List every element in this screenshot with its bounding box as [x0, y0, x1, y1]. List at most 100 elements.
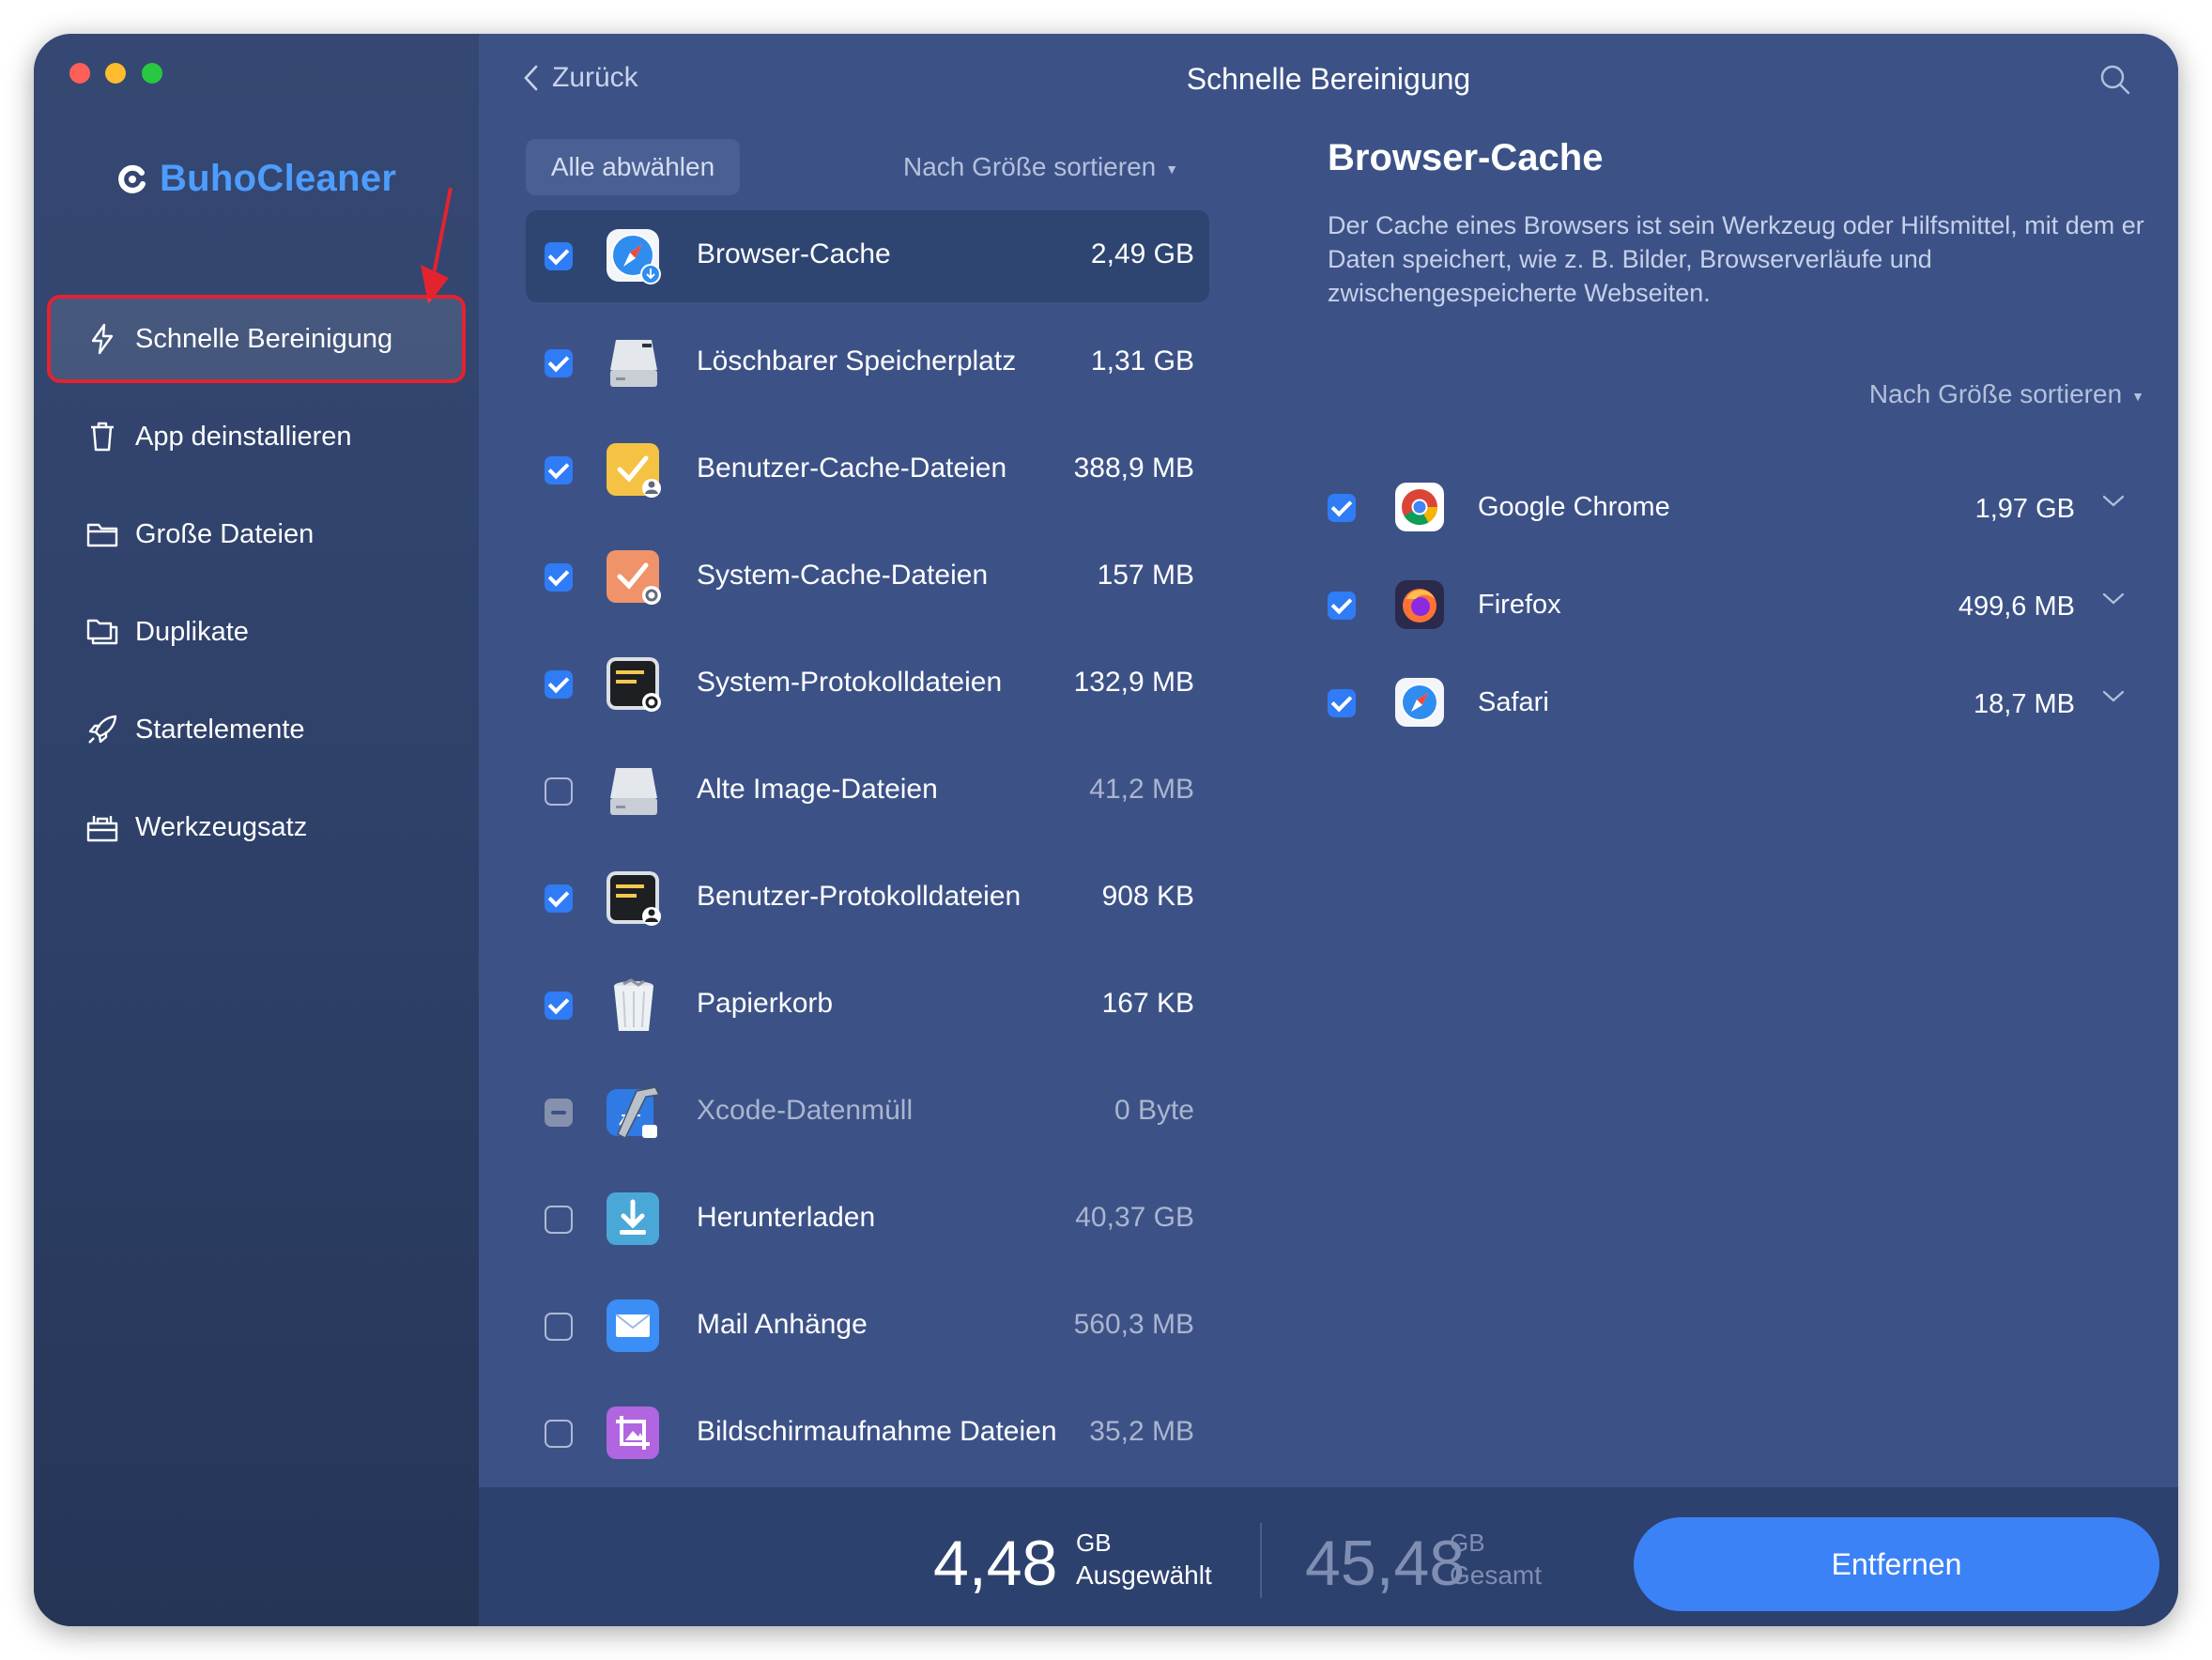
checkbox[interactable]	[545, 563, 573, 592]
sidebar-item-grosse-dateien[interactable]: Große Dateien	[49, 492, 464, 576]
checkbox[interactable]	[545, 991, 573, 1020]
sort-dropdown[interactable]: Nach Größe sortieren ▼	[903, 152, 1178, 182]
checkbox[interactable]	[545, 884, 573, 913]
checkbox[interactable]	[1328, 494, 1356, 522]
item-size: 0 Byte	[1114, 1095, 1194, 1126]
browser-name: Safari	[1478, 687, 1549, 717]
item-size: 2,49 GB	[1090, 238, 1194, 269]
list-item[interactable]: System-Protokolldateien 132,9 MB	[526, 638, 1209, 730]
downloads-icon	[607, 1192, 659, 1245]
item-name: Mail Anhänge	[697, 1309, 868, 1340]
item-size: 388,9 MB	[1073, 453, 1194, 484]
item-size: 40,37 GB	[1075, 1202, 1194, 1233]
browser-name: Firefox	[1478, 590, 1561, 620]
list-item[interactable]: Benutzer-Protokolldateien 908 KB	[526, 853, 1209, 945]
buho-logo-icon	[118, 164, 146, 193]
sidebar: BuhoCleaner Schnelle Bereinigung App dei…	[34, 34, 479, 1626]
chevron-down-icon[interactable]	[2101, 689, 2126, 704]
checkbox[interactable]	[545, 456, 573, 484]
remove-button[interactable]: Entfernen	[1634, 1517, 2159, 1611]
sort-label: Nach Größe sortieren	[1868, 379, 2123, 408]
item-size: 1,31 GB	[1090, 346, 1194, 377]
total-size-unit: GB	[1450, 1529, 1485, 1557]
deselect-all-button[interactable]: Alle abwählen	[526, 139, 740, 195]
sidebar-nav: Schnelle Bereinigung App deinstallieren …	[47, 295, 466, 883]
duplicate-folders-icon	[86, 616, 118, 648]
sidebar-item-label: Duplikate	[135, 616, 249, 647]
checkbox[interactable]	[545, 1206, 573, 1234]
sidebar-item-label: Schnelle Bereinigung	[135, 323, 393, 354]
list-item[interactable]: Löschbarer Speicherplatz 1,31 GB	[526, 317, 1209, 409]
window-minimize-button[interactable]	[105, 63, 126, 84]
item-name: Löschbarer Speicherplatz	[697, 346, 1017, 377]
item-name: Benutzer-Protokolldateien	[697, 881, 1022, 912]
chevron-down-icon[interactable]	[2101, 494, 2126, 509]
chevron-down-icon[interactable]	[2101, 592, 2126, 607]
screenshot-icon	[607, 1406, 659, 1459]
list-item[interactable]: Bildschirmaufnahme Dateien 35,2 MB	[526, 1388, 1209, 1480]
sidebar-item-duplikate[interactable]: Duplikate	[49, 590, 464, 674]
item-name: Herunterladen	[697, 1202, 876, 1233]
item-size: 157 MB	[1097, 560, 1194, 591]
sidebar-item-label: Werkzeugsatz	[135, 811, 308, 842]
safari-download-icon	[607, 229, 661, 284]
browser-size: 1,97 GB	[1974, 494, 2075, 524]
sidebar-item-app-deinstallieren[interactable]: App deinstallieren	[49, 394, 464, 479]
item-size: 908 KB	[1101, 881, 1194, 912]
browser-row[interactable]: Safari 18,7 MB	[1328, 653, 2135, 751]
item-name: Alte Image-Dateien	[697, 774, 938, 805]
sidebar-item-schnelle-bereinigung[interactable]: Schnelle Bereinigung	[47, 295, 466, 383]
selected-size-value: 4,48	[933, 1528, 1058, 1599]
checkbox[interactable]	[545, 242, 573, 270]
list-item[interactable]: Xcode-Datenmüll 0 Byte	[526, 1067, 1209, 1159]
checkbox[interactable]	[545, 1099, 573, 1127]
caret-down-icon: ▼	[2131, 388, 2144, 404]
sidebar-item-werkzeugsatz[interactable]: Werkzeugsatz	[49, 785, 464, 869]
checkbox[interactable]	[545, 1313, 573, 1341]
checkbox[interactable]	[545, 777, 573, 806]
toolbox-icon	[86, 811, 118, 843]
item-size: 560,3 MB	[1073, 1309, 1194, 1340]
mail-icon	[607, 1299, 659, 1352]
search-icon[interactable]	[2099, 64, 2131, 96]
detail-description: Der Cache eines Browsers ist sein Werkze…	[1328, 211, 2144, 307]
sidebar-item-label: App deinstallieren	[135, 421, 352, 452]
list-item[interactable]: Benutzer-Cache-Dateien 388,9 MB	[526, 424, 1209, 516]
browser-row[interactable]: Google Chrome 1,97 GB	[1328, 458, 2135, 556]
browser-name: Google Chrome	[1478, 492, 1670, 522]
window-zoom-button[interactable]	[142, 63, 162, 84]
item-name: Xcode-Datenmüll	[697, 1095, 914, 1126]
window-close-button[interactable]	[69, 63, 90, 84]
checkbox[interactable]	[545, 349, 573, 377]
main-panel: Zurück Schnelle Bereinigung Alle abwähle…	[479, 34, 2178, 1626]
disk-image-icon	[610, 768, 657, 815]
app-window: BuhoCleaner Schnelle Bereinigung App dei…	[34, 34, 2178, 1626]
sidebar-item-label: Große Dateien	[135, 518, 315, 549]
browser-row[interactable]: Firefox 499,6 MB	[1328, 556, 2135, 653]
trash-bin-icon	[614, 978, 653, 1031]
list-item[interactable]: System-Cache-Dateien 157 MB	[526, 531, 1209, 623]
caret-down-icon: ▼	[1165, 161, 1179, 177]
checkbox[interactable]	[545, 670, 573, 699]
browser-size: 18,7 MB	[1974, 689, 2075, 719]
browser-list: Google Chrome 1,97 GB Firefox 499,6 MB S…	[1328, 458, 2135, 751]
checkbox[interactable]	[1328, 689, 1356, 717]
user-cache-icon	[607, 443, 661, 498]
checkbox[interactable]	[545, 1420, 573, 1448]
list-item[interactable]: Mail Anhänge 560,3 MB	[526, 1281, 1209, 1373]
selected-size-unit: GB	[1076, 1529, 1112, 1557]
xcode-icon	[607, 1086, 661, 1140]
footer-divider	[1260, 1523, 1262, 1598]
item-size: 35,2 MB	[1089, 1416, 1194, 1447]
app-name: BuhoCleaner	[160, 158, 397, 199]
user-log-icon	[607, 871, 661, 926]
selected-size-label: Ausgewählt	[1076, 1560, 1212, 1590]
list-item[interactable]: Browser-Cache 2,49 GB	[526, 210, 1209, 302]
browser-sort-dropdown[interactable]: Nach Größe sortieren ▼	[1869, 379, 2144, 409]
list-item[interactable]: Alte Image-Dateien 41,2 MB	[526, 745, 1209, 838]
sort-label: Nach Größe sortieren	[903, 152, 1157, 181]
checkbox[interactable]	[1328, 592, 1356, 620]
sidebar-item-startelemente[interactable]: Startelemente	[49, 687, 464, 772]
list-item[interactable]: Papierkorb 167 KB	[526, 960, 1209, 1052]
list-item[interactable]: Herunterladen 40,37 GB	[526, 1174, 1209, 1266]
